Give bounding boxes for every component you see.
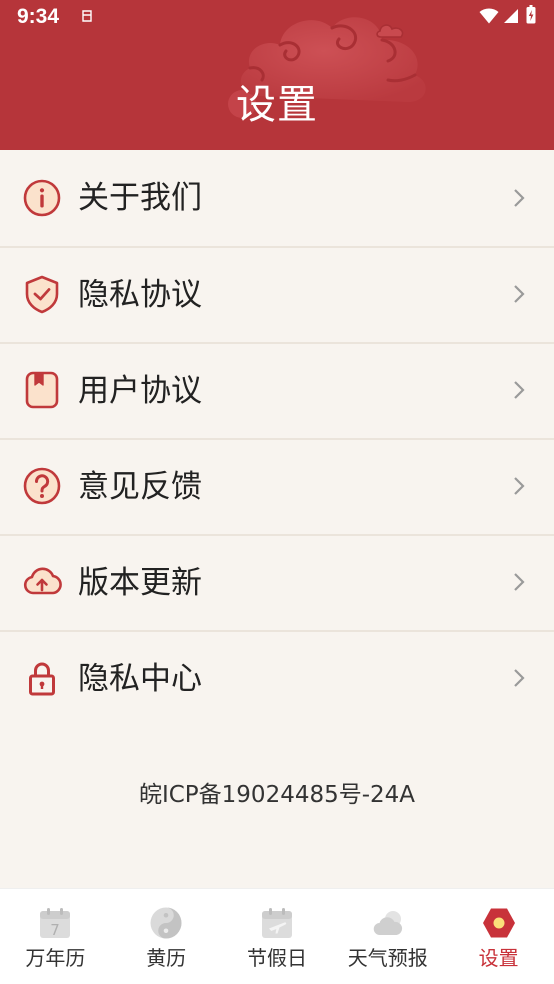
menu-item-label: 版本更新 xyxy=(78,565,202,601)
holiday-calendar-icon xyxy=(261,908,292,938)
weather-icon xyxy=(373,911,402,936)
menu-item-label: 隐私协议 xyxy=(78,277,202,313)
nav-item-weather-forecast[interactable]: 天气预报 xyxy=(332,889,443,984)
chevron-right-icon xyxy=(514,381,525,399)
shield-check-icon xyxy=(25,275,59,314)
nav-item-holidays[interactable]: 节假日 xyxy=(222,889,333,984)
chevron-right-icon xyxy=(514,477,525,495)
nav-label: 天气预报 xyxy=(347,946,428,970)
nav-item-settings[interactable]: 设置 xyxy=(443,889,554,984)
menu-item-about-us[interactable]: 关于我们 xyxy=(0,150,554,246)
page-title: 设置 xyxy=(236,82,318,128)
menu-item-feedback[interactable]: 意见反馈 xyxy=(0,438,554,534)
calendar-icon: 7 xyxy=(40,908,71,939)
menu-item-label: 关于我们 xyxy=(78,180,202,216)
signal-icon xyxy=(504,9,518,23)
nav-label: 设置 xyxy=(478,946,519,970)
lock-icon xyxy=(29,662,55,696)
chevron-right-icon xyxy=(514,189,525,207)
menu-item-label: 意见反馈 xyxy=(78,469,202,505)
yin-yang-icon xyxy=(150,907,182,939)
settings-menu: 关于我们 隐私协议 用户协议 意见反馈 版本更新 隐私中心 xyxy=(0,150,554,726)
status-time: 9:34 xyxy=(17,5,60,28)
book-icon xyxy=(25,371,59,409)
chevron-right-icon xyxy=(514,573,525,591)
icp-record-text: 皖ICP备19024485号-24A xyxy=(138,782,416,808)
chevron-right-icon xyxy=(514,285,525,303)
menu-item-user-agreement[interactable]: 用户协议 xyxy=(0,342,554,438)
header: 9:34 设置 xyxy=(0,0,554,150)
nav-label: 黄历 xyxy=(146,946,187,970)
settings-hexagon-icon xyxy=(482,908,515,938)
notification-icon xyxy=(82,10,92,22)
chevron-right-icon xyxy=(514,669,525,687)
wifi-icon xyxy=(479,8,499,24)
battery-charging-icon xyxy=(526,5,536,24)
menu-item-privacy-center[interactable]: 隐私中心 xyxy=(0,630,554,726)
bottom-nav: 7 万年历 黄历 节假日 天气预报 设置 xyxy=(0,888,554,984)
menu-item-label: 隐私中心 xyxy=(78,661,202,697)
calendar-icon-day: 7 xyxy=(51,921,61,939)
menu-item-version-update[interactable]: 版本更新 xyxy=(0,534,554,630)
nav-item-almanac[interactable]: 黄历 xyxy=(111,889,222,984)
nav-label: 万年历 xyxy=(25,946,86,970)
info-icon xyxy=(23,179,61,217)
menu-item-label: 用户协议 xyxy=(78,373,202,409)
nav-label: 节假日 xyxy=(246,946,307,970)
nav-item-perpetual-calendar[interactable]: 7 万年历 xyxy=(0,889,111,984)
menu-item-privacy-policy[interactable]: 隐私协议 xyxy=(0,246,554,342)
cloud-upload-icon xyxy=(23,567,62,595)
question-icon xyxy=(23,467,61,505)
